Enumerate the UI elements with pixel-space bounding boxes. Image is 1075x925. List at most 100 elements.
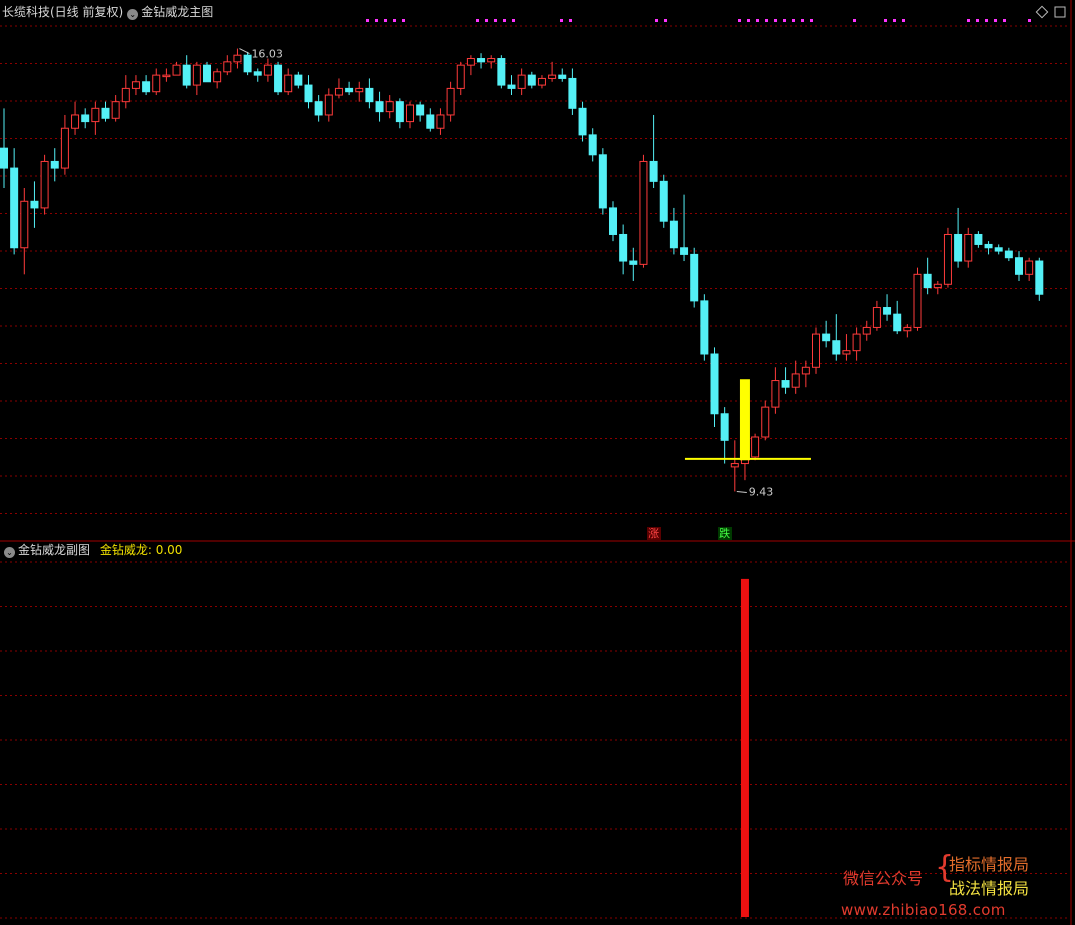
candle-down — [659, 180, 668, 222]
candle-down — [426, 114, 435, 129]
candle-up — [436, 114, 445, 129]
magenta-dot — [512, 19, 515, 22]
candle-up — [537, 77, 546, 86]
candle-up — [263, 64, 272, 76]
watermark-url: www.zhibiao168.com — [841, 901, 1006, 919]
candle-down — [690, 253, 699, 302]
candle-down — [345, 87, 354, 93]
main-indicator-name[interactable]: 金钻威龙主图 — [141, 5, 213, 19]
magenta-dot — [792, 19, 795, 22]
candle-down — [182, 64, 191, 86]
magenta-dot-row — [366, 19, 1031, 22]
candle-down — [477, 58, 486, 63]
candle-up — [517, 74, 526, 89]
signal-bar — [739, 379, 750, 461]
candle-down — [81, 114, 90, 123]
sub-indicator-name[interactable]: 金钻威龙副图 — [18, 543, 90, 557]
candle-up — [71, 114, 80, 129]
low-marker-arrow — [736, 490, 747, 493]
chart-canvas[interactable]: 16.03 9.43 — [0, 0, 1075, 925]
magenta-dot — [1003, 19, 1006, 22]
candle-down — [558, 74, 567, 79]
candle-up — [771, 380, 780, 408]
candle-down — [598, 154, 607, 209]
candle-down — [50, 160, 59, 169]
candle-up — [862, 326, 871, 335]
candle-down — [984, 243, 993, 249]
candle-down — [243, 54, 252, 73]
candle-up — [903, 326, 912, 332]
candle-down — [304, 84, 313, 103]
top-right-square-icon[interactable] — [1054, 6, 1066, 18]
candle-up — [192, 64, 201, 86]
candle-down — [994, 247, 1003, 252]
candle-up — [121, 87, 130, 103]
candle-up — [20, 200, 29, 249]
sub-panel-layer — [740, 578, 749, 917]
magenta-dot — [569, 19, 572, 22]
magenta-dot — [747, 19, 750, 22]
candle-down — [527, 74, 536, 86]
candles-layer — [0, 48, 1044, 492]
tag-down-badge: 跌 — [717, 527, 732, 540]
magenta-dot — [1028, 19, 1031, 22]
candle-down — [294, 74, 303, 86]
magenta-dot — [494, 19, 497, 22]
candle-down — [974, 233, 983, 245]
candle-up — [933, 283, 942, 289]
candle-up — [60, 127, 69, 169]
candle-down — [781, 380, 790, 388]
tag-up-badge: 涨 — [646, 527, 661, 540]
main-header: 长缆科技(日线 前复权) ⌄ 金钻威龙主图 — [2, 5, 213, 20]
candle-up — [1025, 260, 1034, 275]
candle-up — [456, 64, 465, 89]
magenta-dot — [655, 19, 658, 22]
candle-up — [730, 463, 739, 468]
sub-signal-bar — [740, 578, 749, 917]
candle-up — [487, 58, 496, 63]
magenta-dot — [560, 19, 563, 22]
candle-down — [832, 340, 841, 355]
magenta-dot — [967, 19, 970, 22]
candle-down — [700, 300, 709, 355]
candle-up — [233, 54, 242, 63]
candle-up — [406, 104, 414, 123]
candle-up — [324, 94, 333, 116]
candle-up — [842, 350, 851, 355]
magenta-dot — [402, 19, 405, 22]
candle-up — [913, 273, 922, 328]
candle-down — [10, 167, 19, 249]
top-right-diamond-icon[interactable] — [1035, 5, 1049, 19]
candle-up — [385, 101, 394, 113]
magenta-dot — [801, 19, 804, 22]
candle-up — [40, 160, 49, 209]
candle-down — [883, 307, 892, 315]
candle-down — [954, 233, 963, 262]
magenta-dot — [664, 19, 667, 22]
candle-up — [791, 373, 800, 388]
magenta-dot — [853, 19, 856, 22]
candle-down — [30, 200, 39, 209]
candle-down — [507, 84, 516, 89]
candle-up — [355, 87, 364, 93]
candle-down — [1004, 250, 1013, 259]
candle-up — [943, 233, 952, 285]
candle-up — [466, 58, 475, 66]
magenta-dot — [774, 19, 777, 22]
high-marker-arrow — [239, 48, 250, 55]
magenta-dot — [976, 19, 979, 22]
candle-down — [395, 101, 404, 123]
candle-down — [669, 220, 678, 249]
candle-down — [365, 87, 374, 103]
candle-down — [416, 104, 425, 116]
candle-down — [0, 147, 8, 169]
chevron-down-icon[interactable]: ⌄ — [127, 9, 139, 20]
candle-up — [812, 333, 820, 368]
candle-up — [284, 74, 293, 93]
chevron-down-icon[interactable]: ⌄ — [4, 547, 15, 558]
candle-down — [629, 260, 638, 265]
magenta-dot — [485, 19, 488, 22]
candle-up — [852, 333, 861, 352]
magenta-dot — [738, 19, 741, 22]
candle-down — [649, 160, 658, 182]
